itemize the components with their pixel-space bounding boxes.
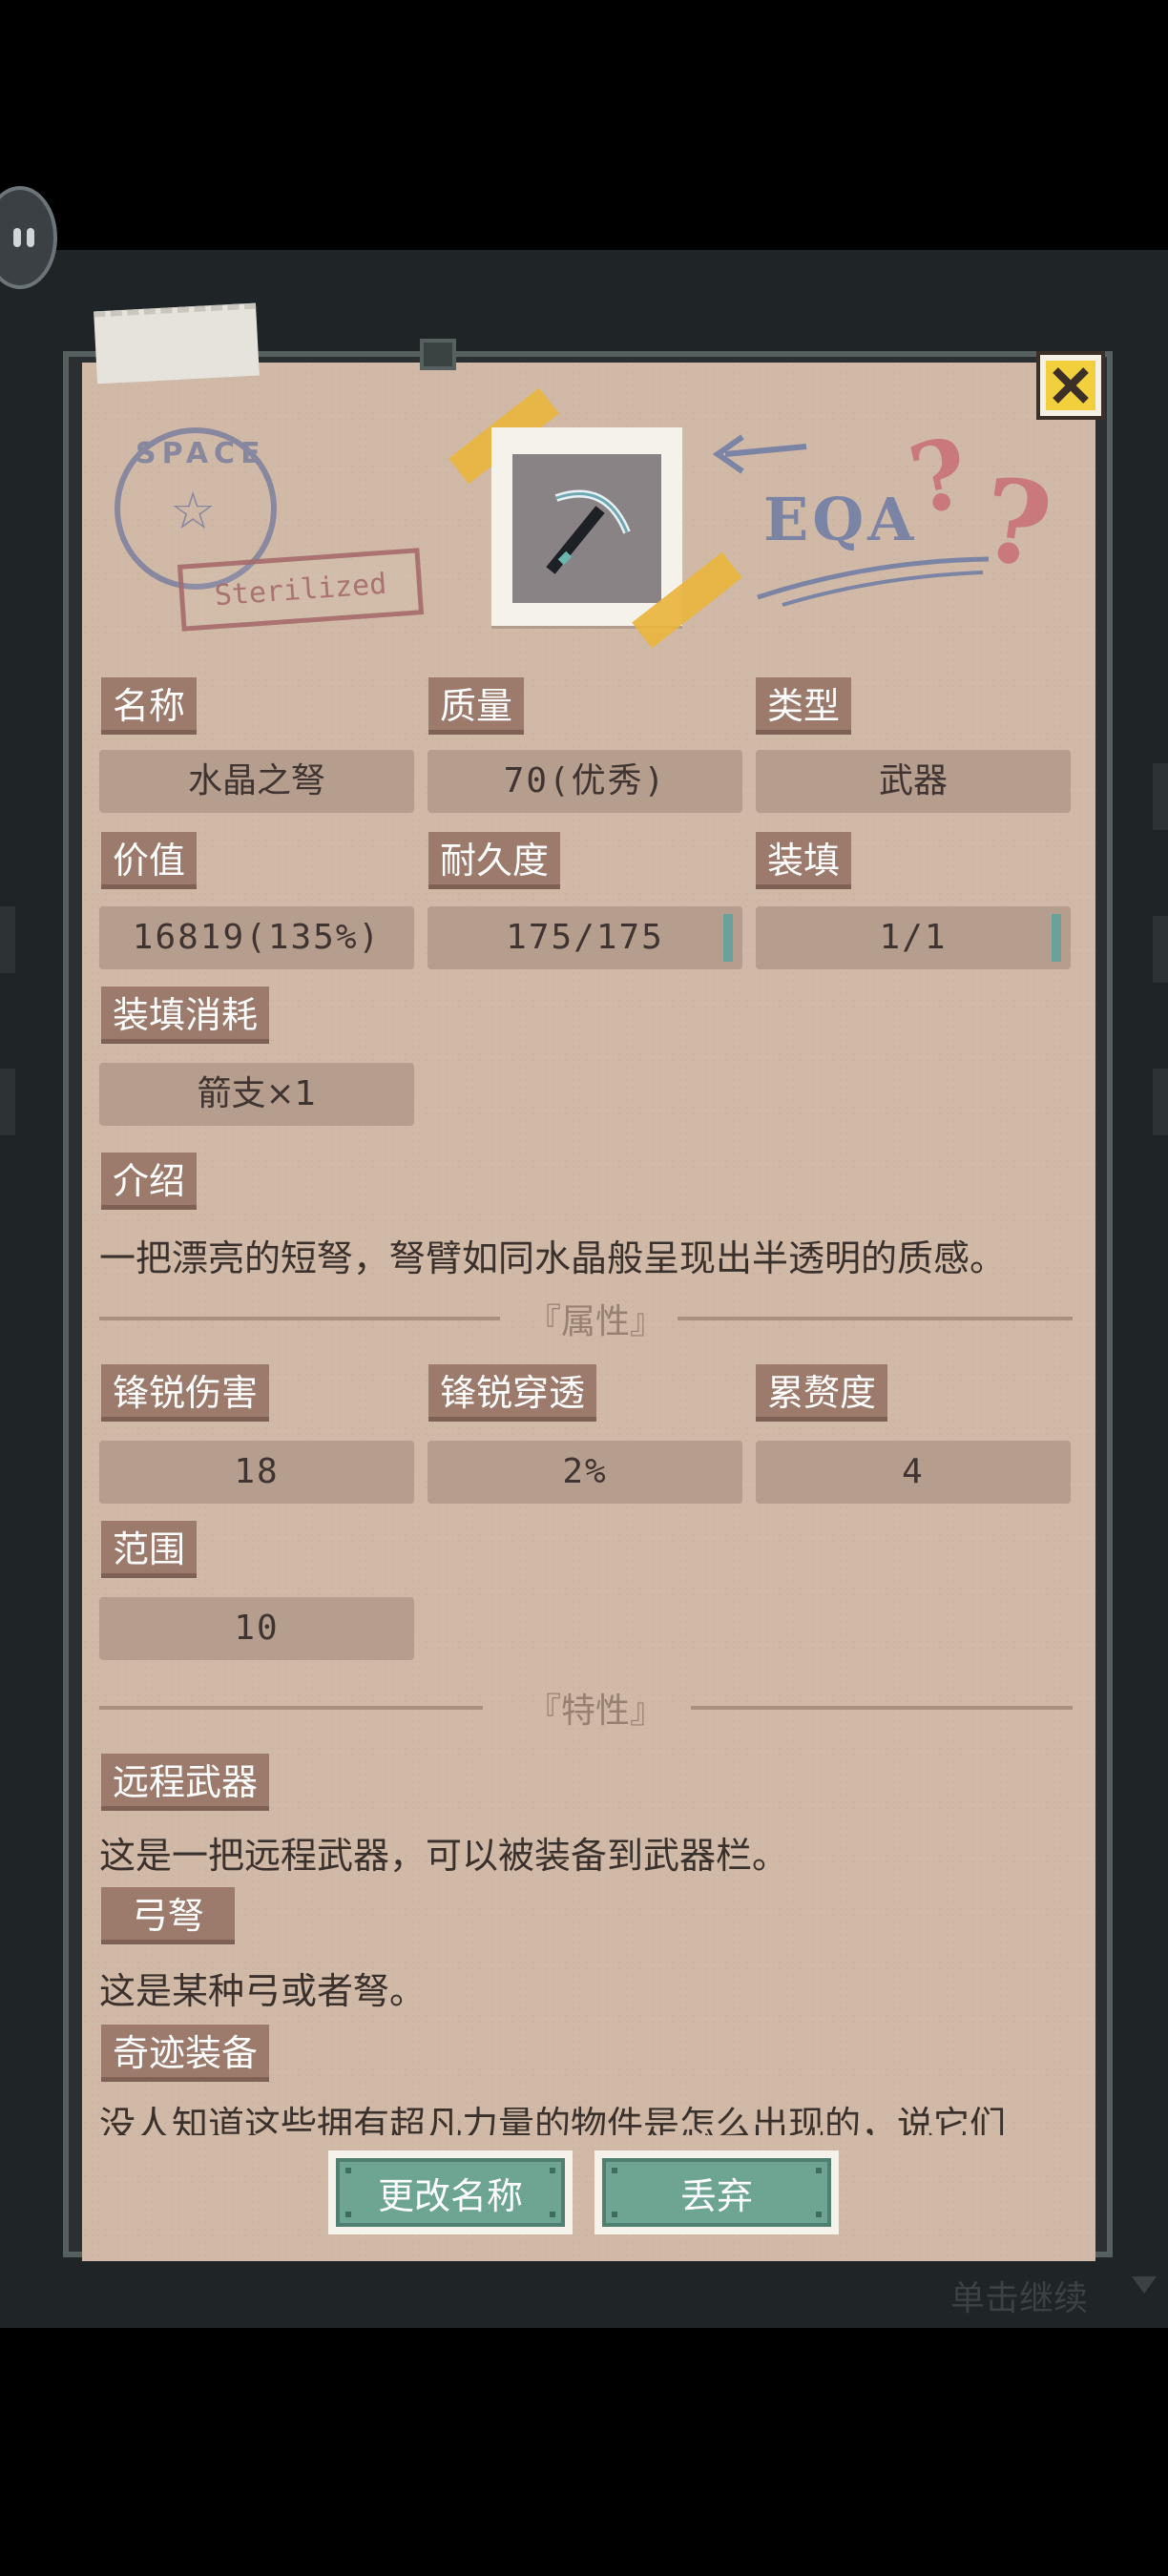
star-icon: ☆	[170, 481, 217, 541]
trait-label: 远程武器	[101, 1754, 270, 1811]
discard-button[interactable]: 丢弃	[594, 2150, 839, 2234]
close-button[interactable]	[1036, 351, 1105, 420]
rename-button[interactable]: 更改名称	[328, 2150, 573, 2234]
sharp-damage-label: 锋锐伤害	[101, 1364, 270, 1422]
trait-label: 奇迹装备	[101, 2025, 270, 2082]
name-field: 水晶之弩	[99, 750, 414, 813]
divider	[99, 1317, 500, 1320]
intro-text: 一把漂亮的短弩，弩臂如同水晶般呈现出半透明的质感。	[99, 1237, 1007, 1279]
arrow-left-icon	[712, 434, 807, 474]
load-cost-field: 箭支×1	[99, 1063, 414, 1126]
swoosh-decoration	[757, 556, 990, 607]
trait-desc: 这是某种弓或者弩。	[99, 1970, 427, 2012]
name-label: 名称	[101, 677, 198, 735]
sharp-pierce-label: 锋锐穿透	[428, 1364, 597, 1422]
close-icon	[1046, 361, 1095, 410]
load-field: 1/1	[756, 906, 1071, 969]
fatigue-label: 累赘度	[756, 1364, 888, 1422]
trait-desc: 这是一把远程武器，可以被装备到武器栏。	[99, 1835, 789, 1877]
durability-field: 175/175	[428, 906, 742, 969]
value-field: 16819(135%)	[99, 906, 414, 969]
quality-label: 质量	[428, 677, 525, 735]
panel-clip	[420, 339, 456, 370]
sharp-pierce-field: 2%	[428, 1441, 742, 1504]
range-field: 10	[99, 1597, 414, 1660]
paper-clip-note	[94, 302, 260, 384]
divider	[99, 1706, 483, 1710]
range-label: 范围	[101, 1521, 198, 1578]
side-strip	[1153, 1069, 1168, 1135]
eqa-logo: EQA	[763, 485, 918, 554]
item-image	[491, 427, 682, 626]
load-cost-label: 装填消耗	[101, 987, 270, 1044]
load-meter	[1052, 914, 1061, 962]
trait-label: 弓弩	[101, 1887, 236, 1944]
side-strip	[0, 906, 15, 973]
trait-desc: 没人知道这些拥有超凡力量的物件是怎么出现的，说它们	[99, 2104, 1007, 2135]
continue-hint[interactable]: 单击继续	[950, 2271, 1088, 2320]
traits-title: 『特性』	[527, 1692, 665, 1731]
attributes-title: 『属性』	[527, 1302, 665, 1341]
type-field: 武器	[756, 750, 1071, 813]
side-strip	[1153, 763, 1168, 830]
fatigue-field: 4	[756, 1441, 1071, 1504]
quality-field: 70(优秀)	[428, 750, 742, 813]
load-label: 装填	[756, 832, 852, 889]
value-label: 价值	[101, 832, 198, 889]
durability-label: 耐久度	[428, 832, 561, 889]
intro-label: 介绍	[101, 1153, 198, 1210]
divider	[678, 1317, 1073, 1320]
type-label: 类型	[756, 677, 852, 735]
divider	[691, 1706, 1073, 1710]
side-strip	[0, 1069, 15, 1135]
side-strip	[1153, 916, 1168, 983]
durability-meter	[723, 914, 733, 962]
chevron-down-icon	[1132, 2276, 1157, 2294]
crossbow-icon	[546, 489, 631, 574]
sharp-damage-field: 18	[99, 1441, 414, 1504]
